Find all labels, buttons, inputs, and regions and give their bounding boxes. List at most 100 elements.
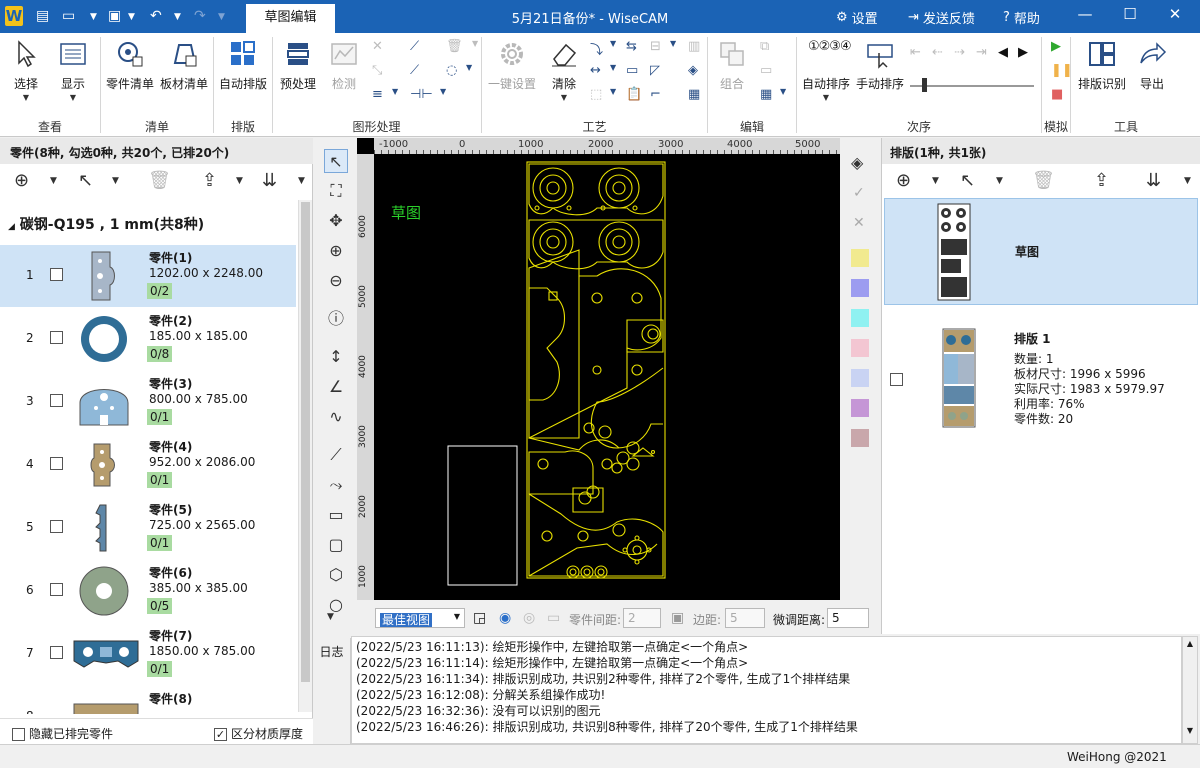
draw-polyline-icon[interactable]: ⤳	[324, 473, 348, 497]
comment-dropdown-icon[interactable]: ▼	[466, 63, 472, 72]
bridge-dropdown-icon[interactable]: ▼	[670, 39, 676, 48]
drawing-canvas[interactable]: 草图	[357, 138, 840, 600]
part-list-button[interactable]: 零件清单	[104, 39, 156, 92]
sheet-outline[interactable]	[526, 161, 666, 579]
align-icon[interactable]: ≡	[372, 87, 383, 102]
cad-drawing[interactable]	[357, 138, 840, 600]
add-nest-dropdown-icon[interactable]: ▼	[932, 176, 939, 186]
color-swatch[interactable]	[851, 279, 869, 297]
part-row[interactable]: 7 零件(7) 1850.00 x 785.00 0/1	[0, 623, 296, 685]
cooling-dropdown-icon[interactable]: ▼	[610, 63, 616, 72]
checkbox-box[interactable]	[12, 728, 25, 741]
new-file-icon[interactable]: ▤	[36, 8, 49, 24]
pan-icon[interactable]: ✥	[324, 209, 348, 233]
part-checkbox[interactable]	[50, 646, 63, 659]
split-material-checkbox[interactable]: ✓ 区分材质厚度	[214, 725, 303, 742]
tab-sketch-edit[interactable]: 草图编辑	[246, 4, 335, 33]
sort-icon[interactable]: ⇊	[262, 170, 277, 191]
draw-rect-icon[interactable]: ▭	[324, 503, 348, 527]
select-dropdown-icon[interactable]: ▼	[112, 176, 119, 186]
clipboard-icon[interactable]: 📋	[626, 87, 642, 102]
tools-more-icon[interactable]: ▼	[327, 612, 334, 622]
comment-icon[interactable]: ◌	[446, 63, 457, 78]
nest-sort-icon[interactable]: ⇊	[1146, 170, 1161, 191]
part-row[interactable]: 4 零件(4) 952.00 x 2086.00 0/1	[0, 434, 296, 496]
collapse-icon[interactable]: ◢	[8, 222, 15, 232]
draw-polygon-icon[interactable]: ⬡	[324, 563, 348, 587]
zoom-out-icon[interactable]: ⊖	[324, 269, 348, 293]
color-swatch[interactable]	[851, 399, 869, 417]
distribute-icon[interactable]: ⊣⊢	[410, 87, 433, 102]
export-part-icon[interactable]: ⇪	[202, 170, 217, 191]
close-icon[interactable]: ✕	[1160, 5, 1190, 23]
part-checkbox[interactable]	[50, 520, 63, 533]
distribute-dropdown-icon[interactable]: ▼	[440, 87, 446, 96]
compensate-icon[interactable]: ◈	[688, 63, 698, 78]
grid-icon[interactable]: ▦	[688, 87, 700, 102]
scrollbar-thumb[interactable]	[301, 202, 310, 682]
draw-line-icon[interactable]: ⟋	[324, 443, 348, 467]
settings-button[interactable]: ⚙ 设置	[836, 8, 878, 27]
nest-sheet-item[interactable]: 排版 1 数量: 1 板材尺寸: 1996 x 5996 实际尺寸: 1983 …	[884, 324, 1198, 434]
nest-sort-dropdown-icon[interactable]: ▼	[1184, 176, 1191, 186]
step-forward-icon[interactable]: ▶	[1018, 45, 1028, 60]
view-mode-select[interactable]: 最佳视图 ▼	[375, 608, 465, 628]
trim-icon[interactable]: ⟋	[410, 63, 419, 78]
checkbox-checked[interactable]: ✓	[214, 728, 227, 741]
part-row[interactable]: 6 零件(6) 385.00 x 385.00 0/5	[0, 560, 296, 622]
hook-icon[interactable]: ⌐	[650, 87, 661, 102]
scroll-down-icon[interactable]: ▼	[1183, 726, 1197, 735]
undo-dropdown-icon[interactable]: ▼	[174, 12, 181, 22]
layers-icon[interactable]: ◈	[851, 153, 863, 172]
part-row[interactable]: 2 零件(2) 185.00 x 185.00 0/8	[0, 308, 296, 370]
part-row[interactable]: 8 零件(8)	[0, 686, 296, 714]
part-list-scrollbar[interactable]	[298, 200, 312, 712]
sort-dropdown-icon[interactable]: ▼	[298, 176, 305, 186]
minimize-icon[interactable]: —	[1070, 5, 1100, 23]
auto-sort-button[interactable]: ①②③④ 自动排序 ▼	[800, 39, 852, 102]
draw-round-rect-icon[interactable]: ▢	[324, 533, 348, 557]
angle-icon[interactable]: ∠	[324, 375, 348, 399]
corner-icon[interactable]: ◸	[650, 63, 660, 78]
part-gap-input[interactable]: 2	[623, 608, 661, 628]
pointer-tool-icon[interactable]: ↖	[324, 149, 348, 173]
refresh-icon[interactable]: ◉	[499, 610, 511, 626]
feedback-button[interactable]: ⇥ 发送反馈	[908, 8, 975, 27]
line-tool-icon[interactable]: ⟋	[410, 39, 419, 54]
part-checkbox[interactable]	[50, 268, 63, 281]
hide-finished-checkbox[interactable]: 隐藏已排完零件	[12, 725, 113, 742]
zoom-in-icon[interactable]: ⊕	[324, 239, 348, 263]
part-row[interactable]: 1 零件(1) 1202.00 x 2248.00 0/2	[0, 245, 296, 307]
open-dropdown-icon[interactable]: ▼	[90, 12, 97, 22]
color-swatch[interactable]	[851, 309, 869, 327]
select-button[interactable]: 选择 ▼	[10, 39, 42, 102]
display-button[interactable]: 显示 ▼	[56, 39, 90, 102]
color-swatch[interactable]	[851, 369, 869, 387]
material-group[interactable]: ◢ 碳钢-Q195 , 1 mm(共8种)	[8, 214, 204, 234]
lead-in-dropdown-icon[interactable]: ▼	[610, 39, 616, 48]
info-icon[interactable]: ⓘ	[324, 307, 348, 331]
export-part-dropdown-icon[interactable]: ▼	[236, 176, 243, 186]
add-part-dropdown-icon[interactable]: ▼	[50, 176, 57, 186]
color-swatch[interactable]	[851, 339, 869, 357]
zoom-extent-icon[interactable]: ⛶	[324, 179, 348, 203]
step-back-icon[interactable]: ◀	[998, 45, 1008, 60]
cut-dir-icon[interactable]: ⇆	[626, 39, 637, 54]
cooling-icon[interactable]: ↔	[590, 63, 601, 78]
array-dropdown-icon[interactable]: ▼	[780, 87, 786, 96]
fine-tune-input[interactable]: 5	[827, 608, 869, 628]
order-slider-track[interactable]	[910, 85, 1034, 87]
export-nest-icon[interactable]: ⇪	[1094, 170, 1109, 191]
order-slider-thumb[interactable]	[922, 78, 927, 92]
select-cursor-icon[interactable]: ↖	[78, 170, 93, 191]
rect-outline-icon[interactable]: ▭	[626, 63, 638, 78]
help-button[interactable]: ? 帮助	[1003, 8, 1040, 27]
clear-button[interactable]: 清除 ▼	[546, 39, 582, 102]
curve-measure-icon[interactable]: ∿	[324, 405, 348, 429]
log-tab[interactable]: 日志	[313, 638, 351, 744]
nest-select-dropdown-icon[interactable]: ▼	[996, 176, 1003, 186]
part-checkbox[interactable]	[50, 457, 63, 470]
fit-icon[interactable]: ◲	[473, 610, 486, 626]
nest-sheet-checkbox[interactable]	[890, 373, 903, 386]
part-checkbox[interactable]	[50, 394, 63, 407]
